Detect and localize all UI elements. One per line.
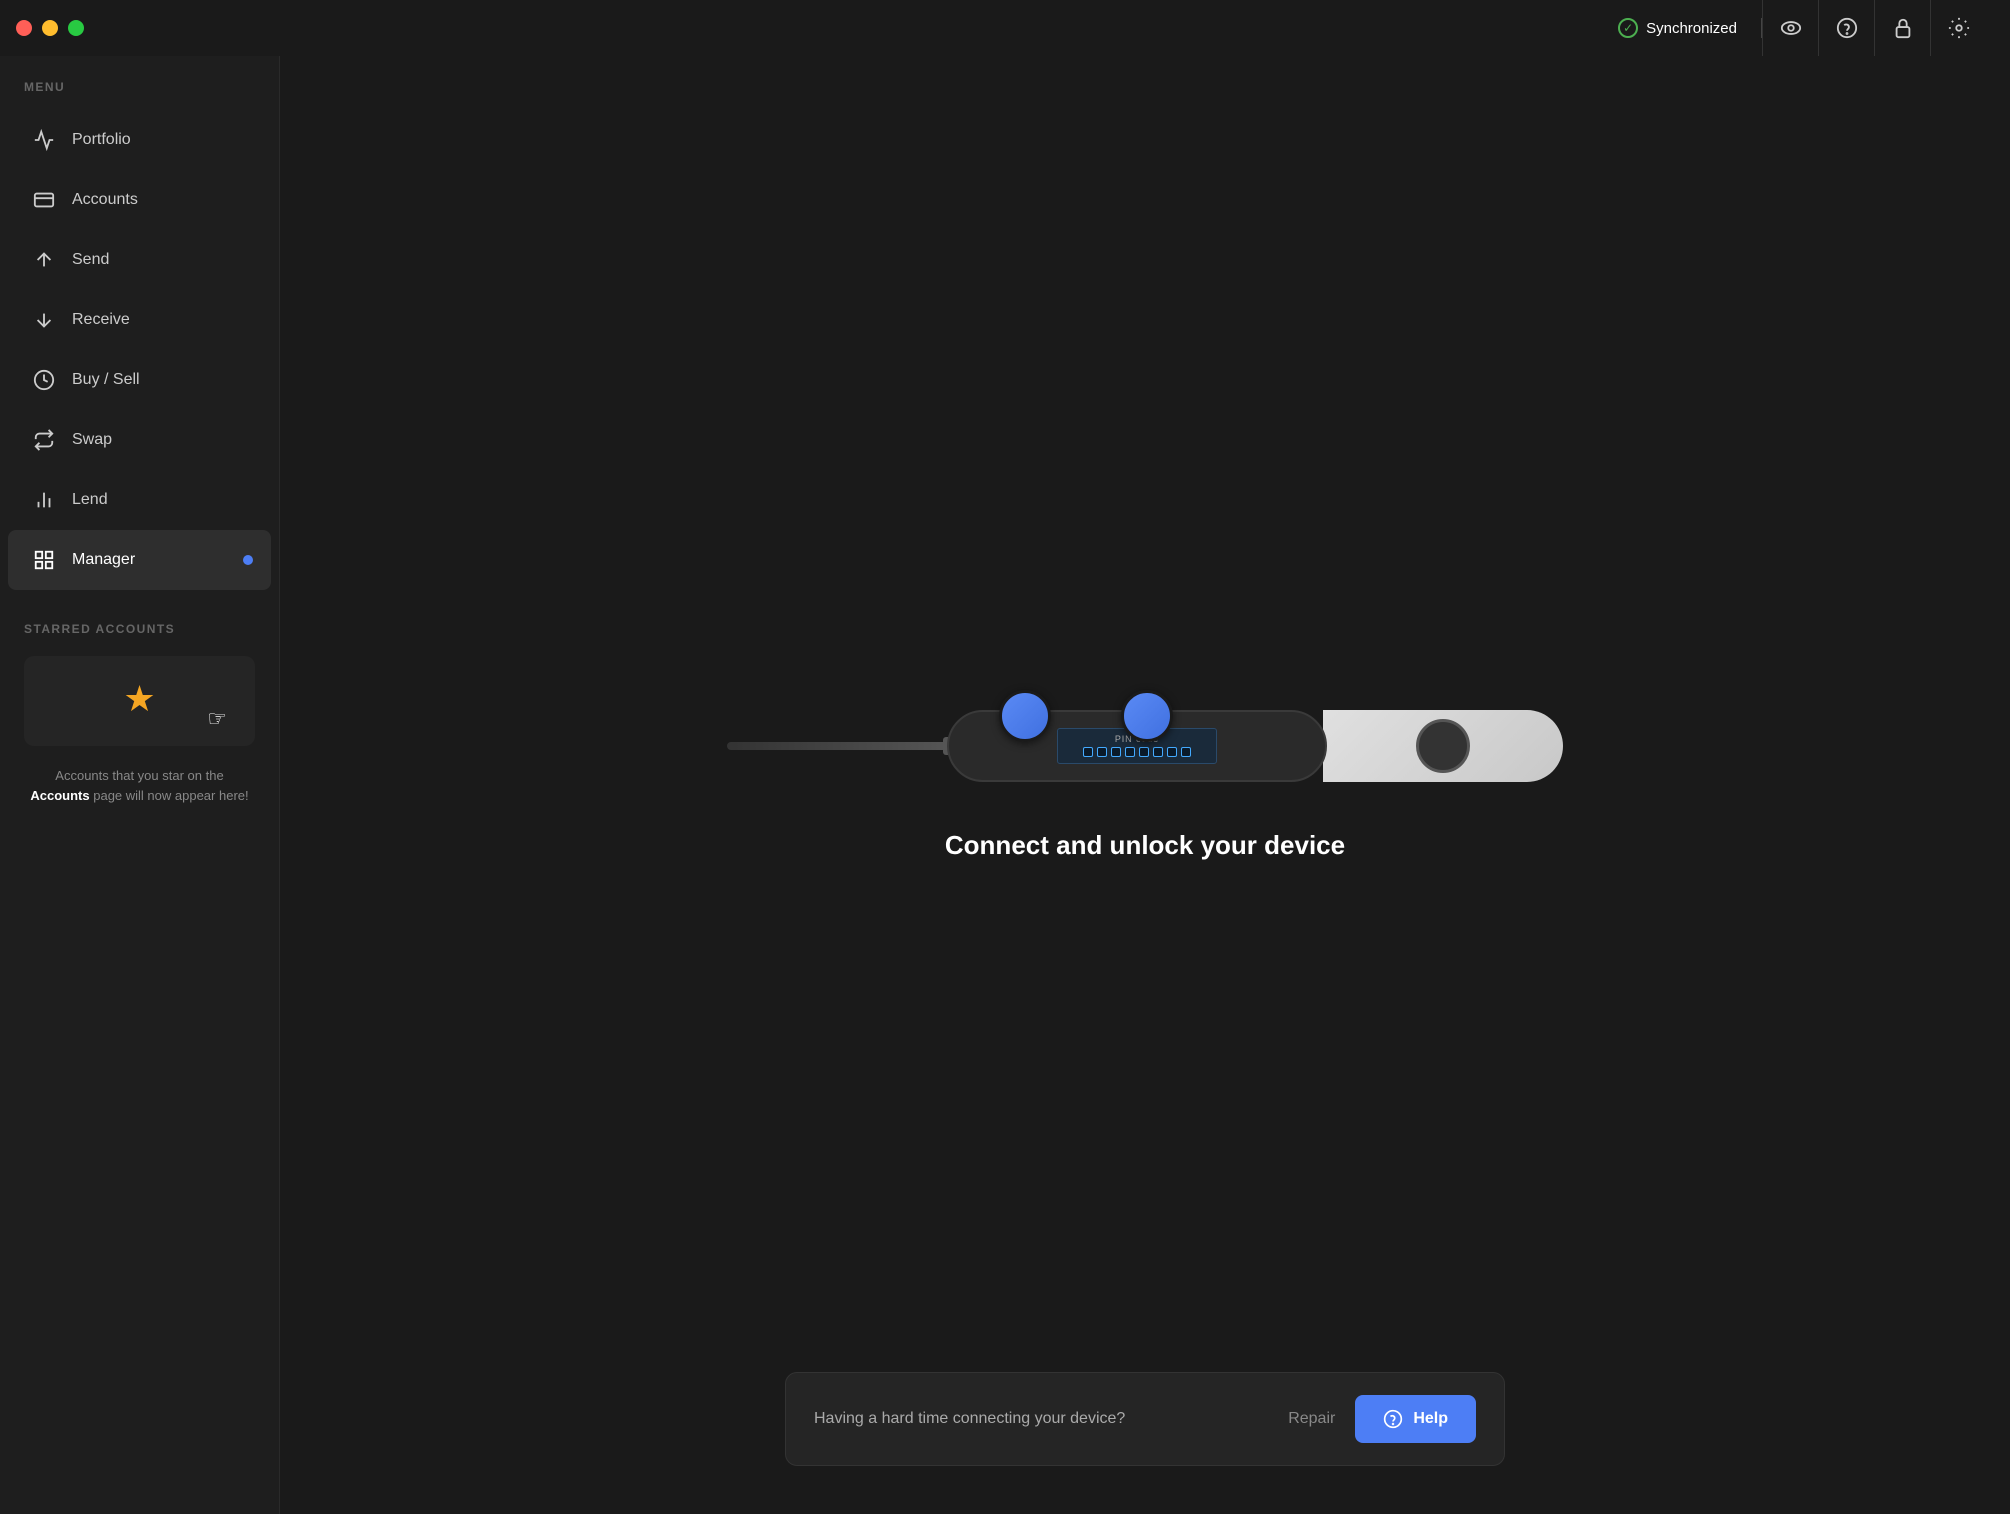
- starred-card: ★ ☞: [24, 656, 255, 746]
- connect-title: Connect and unlock your device: [945, 830, 1345, 861]
- sync-label: Synchronized: [1646, 20, 1737, 37]
- swap-label: Swap: [72, 431, 112, 449]
- menu-label: MENU: [0, 80, 279, 94]
- lock-button[interactable]: [1874, 0, 1930, 56]
- send-label: Send: [72, 251, 109, 269]
- pin-dot-5: [1139, 747, 1149, 757]
- starred-desc-1: Accounts that you star on the: [55, 768, 223, 783]
- pin-dot-8: [1181, 747, 1191, 757]
- buy-sell-label: Buy / Sell: [72, 371, 140, 389]
- cursor-icon: ☞: [207, 706, 227, 732]
- starred-label: STARRED ACCOUNTS: [24, 622, 255, 636]
- starred-highlight: Accounts: [30, 788, 89, 803]
- star-icon: ★: [123, 678, 155, 720]
- help-button-label: Help: [1413, 1410, 1448, 1428]
- help-icon-button[interactable]: [1818, 0, 1874, 56]
- close-button[interactable]: [16, 20, 32, 36]
- help-circle-icon: [1383, 1409, 1403, 1429]
- sidebar-item-swap[interactable]: Swap: [8, 410, 271, 470]
- pin-dot-2: [1097, 747, 1107, 757]
- sidebar-item-receive[interactable]: Receive: [8, 290, 271, 350]
- sidebar: MENU Portfolio Accounts: [0, 56, 280, 1514]
- sidebar-item-accounts[interactable]: Accounts: [8, 170, 271, 230]
- pin-dot-3: [1111, 747, 1121, 757]
- bottom-bar: Having a hard time connecting your devic…: [785, 1372, 1505, 1466]
- usb-cable-assembly: [727, 742, 947, 750]
- lend-icon: [32, 488, 56, 512]
- help-button[interactable]: Help: [1355, 1395, 1476, 1443]
- sidebar-item-lend[interactable]: Lend: [8, 470, 271, 530]
- receive-label: Receive: [72, 311, 130, 329]
- device-right-button: [1121, 690, 1173, 742]
- minimize-button[interactable]: [42, 20, 58, 36]
- ledger-device: PIN code: [947, 710, 1563, 782]
- usb-cable: [727, 742, 947, 750]
- receive-icon: [32, 308, 56, 332]
- eye-button[interactable]: [1762, 0, 1818, 56]
- sidebar-item-manager[interactable]: Manager: [8, 530, 271, 590]
- starred-section: STARRED ACCOUNTS ★ ☞ Accounts that you s…: [0, 622, 279, 1514]
- sidebar-item-buy-sell[interactable]: Buy / Sell: [8, 350, 271, 410]
- send-icon: [32, 248, 56, 272]
- portfolio-label: Portfolio: [72, 131, 131, 149]
- device-buttons: [999, 690, 1173, 742]
- manager-badge: [243, 555, 253, 565]
- repair-link[interactable]: Repair: [1288, 1410, 1335, 1428]
- sidebar-item-portfolio[interactable]: Portfolio: [8, 110, 271, 170]
- manager-icon: [32, 548, 56, 572]
- titlebar-right: ✓ Synchronized: [1618, 0, 1986, 56]
- device-circle: [1416, 719, 1470, 773]
- pin-dot-7: [1167, 747, 1177, 757]
- sync-status: ✓ Synchronized: [1618, 18, 1762, 38]
- device-nano-dark: PIN code: [947, 710, 1327, 782]
- settings-button[interactable]: [1930, 0, 1986, 56]
- lend-label: Lend: [72, 491, 108, 509]
- main-layout: MENU Portfolio Accounts: [0, 56, 2010, 1514]
- starred-desc-2: page will now appear here!: [93, 788, 248, 803]
- accounts-icon: [32, 188, 56, 212]
- manager-label: Manager: [72, 551, 135, 569]
- pin-dots: [1083, 747, 1191, 757]
- titlebar: ✓ Synchronized: [0, 0, 2010, 56]
- swap-icon: [32, 428, 56, 452]
- device-body-right: [1323, 710, 1563, 782]
- pin-dot-4: [1125, 747, 1135, 757]
- buy-sell-icon: [32, 368, 56, 392]
- sync-icon: ✓: [1618, 18, 1638, 38]
- main-content: PIN code: [280, 56, 2010, 1514]
- window-controls: [16, 20, 84, 36]
- maximize-button[interactable]: [68, 20, 84, 36]
- starred-description: Accounts that you star on the Accounts p…: [24, 766, 255, 805]
- pin-dot-6: [1153, 747, 1163, 757]
- accounts-label: Accounts: [72, 191, 138, 209]
- device-left-button: [999, 690, 1051, 742]
- sidebar-item-send[interactable]: Send: [8, 230, 271, 290]
- device-illustration: PIN code: [727, 710, 1563, 782]
- pin-dot-1: [1083, 747, 1093, 757]
- portfolio-icon: [32, 128, 56, 152]
- bottom-bar-text: Having a hard time connecting your devic…: [814, 1410, 1268, 1428]
